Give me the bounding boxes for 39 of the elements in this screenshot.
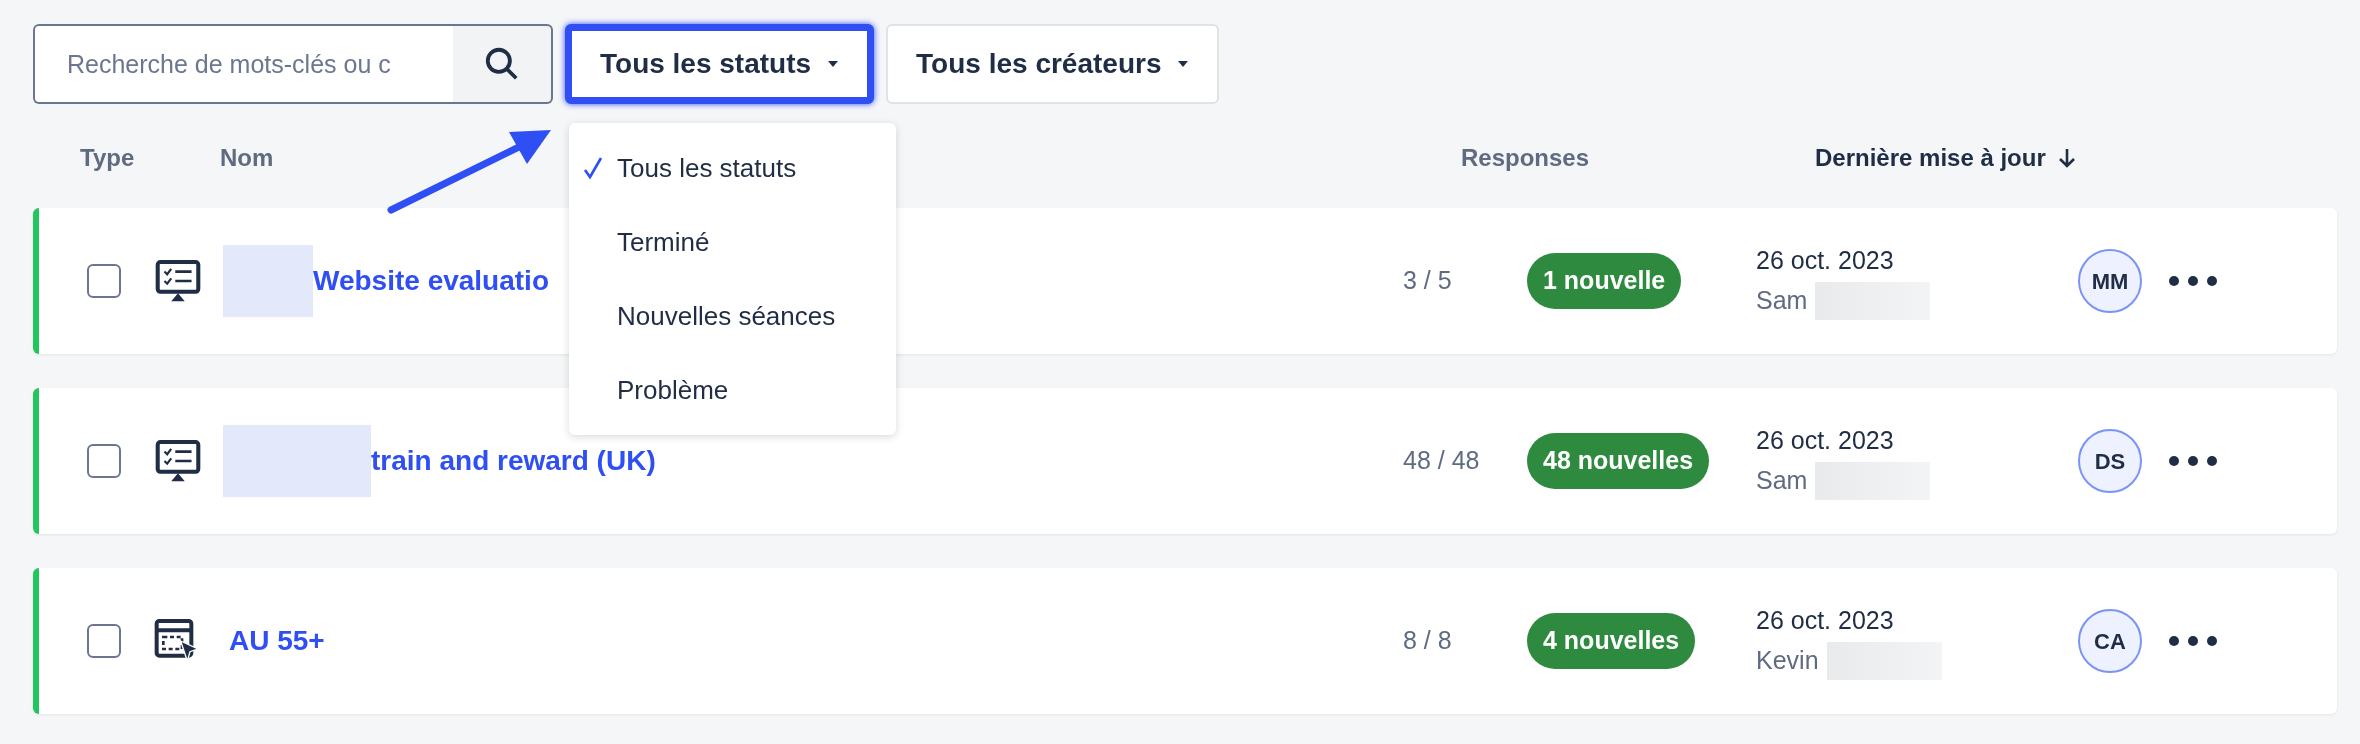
- caret-icon: [1177, 60, 1190, 68]
- new-responses-badge: 48 nouvelles: [1527, 433, 1710, 489]
- responses-count: 8 / 8: [1403, 626, 1452, 655]
- menu-item[interactable]: Terminé: [617, 222, 710, 262]
- checkbox[interactable]: [87, 444, 121, 478]
- filter-dropdown[interactable]: Tous les créateurs: [886, 24, 1220, 104]
- menu-item[interactable]: Nouvelles séances: [617, 296, 836, 336]
- checkbox[interactable]: [87, 624, 121, 658]
- column-header[interactable]: Nom: [220, 140, 274, 176]
- column-header[interactable]: Dernière mise à jour: [1815, 140, 2076, 176]
- author-name: Sam: [1756, 285, 1808, 316]
- avatar: CA: [2078, 609, 2142, 673]
- caret-icon: [827, 60, 840, 68]
- column-header[interactable]: Responses: [1461, 140, 1590, 176]
- author-name: Sam: [1756, 465, 1808, 496]
- more-options-icon[interactable]: [2168, 275, 2218, 287]
- avatar: DS: [2078, 429, 2142, 493]
- update-date: 26 oct. 2023: [1756, 425, 1895, 457]
- author-name: Kevin: [1756, 645, 1819, 676]
- sort-arrow-icon: [2057, 147, 2076, 169]
- update-date: 26 oct. 2023: [1756, 245, 1895, 277]
- more-options-icon[interactable]: [2168, 635, 2218, 647]
- responses-count: 3 / 5: [1403, 266, 1452, 295]
- filter-dropdown[interactable]: Tous les statuts: [565, 24, 875, 104]
- responses-count: 48 / 48: [1403, 446, 1480, 475]
- study-row[interactable]: AU 55+ 8 / 8 4 nouvelles 26 oct. 2023 Kevin CA: [33, 568, 2337, 714]
- monitor-checklist-icon: [155, 439, 201, 483]
- checkbox[interactable]: [87, 264, 121, 298]
- new-responses-badge: 1 nouvelle: [1527, 253, 1682, 309]
- study-title-link[interactable]: AU 55+: [229, 620, 325, 662]
- study-title-link[interactable]: train and reward (UK): [371, 440, 656, 482]
- update-date: 26 oct. 2023: [1756, 605, 1895, 637]
- study-title-link[interactable]: Website evaluatio: [313, 260, 549, 302]
- more-options-icon[interactable]: [2168, 455, 2218, 467]
- menu-item[interactable]: Tous les statuts: [617, 148, 797, 188]
- new-responses-badge: 4 nouvelles: [1527, 613, 1696, 669]
- column-header[interactable]: Type: [80, 140, 135, 176]
- monitor-checklist-icon: [155, 259, 201, 303]
- avatar: MM: [2078, 249, 2142, 313]
